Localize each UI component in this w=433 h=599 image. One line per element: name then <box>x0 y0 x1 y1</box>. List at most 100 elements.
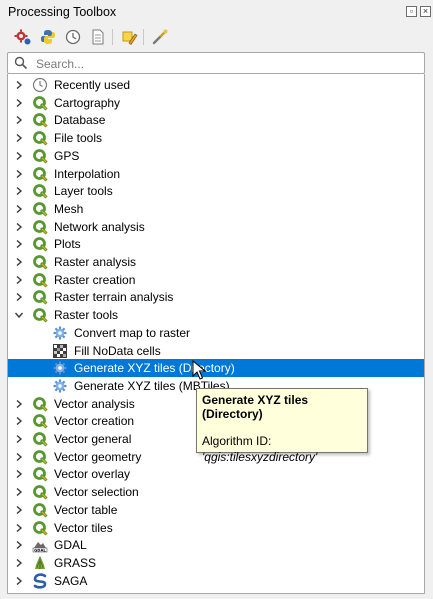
tree-group-database[interactable]: Database <box>8 111 424 129</box>
svg-text:GDAL: GDAL <box>34 547 46 552</box>
algorithm-tree[interactable]: Recently used Cartography Database File too… <box>7 74 425 594</box>
tree-group-raster-analysis[interactable]: Raster analysis <box>8 253 424 271</box>
tree-item-label: Vector overlay <box>54 467 131 482</box>
collapsed-arrow-icon[interactable] <box>14 416 24 426</box>
tree-algorithm-convert-map-to-raster[interactable]: Convert map to raster <box>8 324 424 342</box>
saga-icon <box>32 572 48 589</box>
qgis-icon <box>32 112 48 128</box>
collapsed-arrow-icon[interactable] <box>14 452 24 462</box>
tree-group-vector-tiles[interactable]: Vector tiles <box>8 519 424 537</box>
tree-group-vector-overlay[interactable]: Vector overlay <box>8 465 424 483</box>
tree-item-label: Vector creation <box>54 414 135 429</box>
tree-group-gdal[interactable]: GDAL GDAL <box>8 536 424 554</box>
qgis-icon <box>32 236 48 252</box>
float-panel-icon[interactable]: ▫ <box>406 6 417 17</box>
tree-group-raster-terrain-analysis[interactable]: Raster terrain analysis <box>8 288 424 306</box>
qgis-icon <box>32 396 48 412</box>
qgis-icon <box>32 183 48 199</box>
expanded-arrow-icon[interactable] <box>14 310 24 320</box>
results-icon[interactable] <box>87 26 109 48</box>
tree-item-label: Recently used <box>54 78 131 92</box>
tree-group-recently-used[interactable]: Recently used <box>8 76 424 94</box>
collapsed-arrow-icon[interactable] <box>14 204 24 214</box>
collapsed-arrow-icon[interactable] <box>14 540 24 550</box>
collapsed-arrow-icon[interactable] <box>14 469 24 479</box>
collapsed-arrow-icon[interactable] <box>14 399 24 409</box>
options-icon[interactable] <box>149 26 171 48</box>
collapsed-arrow-icon[interactable] <box>14 558 24 568</box>
tree-item-label: GDAL <box>54 538 87 553</box>
search-box[interactable] <box>7 52 425 74</box>
collapsed-arrow-icon[interactable] <box>14 169 24 179</box>
qgis-icon <box>32 289 48 305</box>
toolbar-separator <box>143 29 144 45</box>
tree-item-label: Raster analysis <box>54 255 137 269</box>
tree-group-file-tools[interactable]: File tools <box>8 129 424 147</box>
collapsed-arrow-icon[interactable] <box>14 257 24 267</box>
tree-item-label: GPS <box>54 148 80 163</box>
collapsed-arrow-icon[interactable] <box>14 576 24 586</box>
collapsed-arrow-icon[interactable] <box>14 151 24 161</box>
history-icon[interactable] <box>62 26 84 48</box>
tree-group-raster-creation[interactable]: Raster creation <box>8 271 424 289</box>
tree-group-grass[interactable]: GRASS <box>8 554 424 572</box>
tree-item-label: Database <box>54 113 106 128</box>
tree-item-label: Raster creation <box>54 272 136 287</box>
qgis-icon <box>32 219 48 235</box>
tree-item-label: Vector analysis <box>54 396 135 411</box>
collapsed-arrow-icon[interactable] <box>14 80 24 90</box>
collapsed-arrow-icon[interactable] <box>14 115 24 125</box>
tree-group-interpolation[interactable]: Interpolation <box>8 165 424 183</box>
collapsed-arrow-icon[interactable] <box>14 239 24 249</box>
qgis-icon <box>32 201 48 217</box>
tree-algorithm-fill-nodata-cells[interactable]: Fill NoData cells <box>8 342 424 360</box>
tree-item-label: Generate XYZ tiles (Directory) <box>74 361 235 376</box>
tree-group-layer-tools[interactable]: Layer tools <box>8 182 424 200</box>
tooltip-title: Generate XYZ tiles (Directory) <box>202 393 309 421</box>
tree-algorithm-generate-xyz-tiles-directory[interactable]: Generate XYZ tiles (Directory) <box>8 359 424 378</box>
collapsed-arrow-icon[interactable] <box>14 222 24 232</box>
qgis-icon <box>32 520 48 536</box>
collapsed-arrow-icon[interactable] <box>14 505 24 515</box>
qgis-icon <box>32 166 48 182</box>
tree-item-label: Plots <box>54 237 81 252</box>
toolbar-separator <box>112 29 113 45</box>
gear-icon <box>52 360 68 376</box>
collapsed-arrow-icon[interactable] <box>14 186 24 196</box>
tree-item-label: Vector tiles <box>54 520 113 535</box>
close-icon[interactable]: × <box>420 6 431 17</box>
collapsed-arrow-icon[interactable] <box>14 292 24 302</box>
collapsed-arrow-icon[interactable] <box>14 434 24 444</box>
search-input[interactable] <box>34 54 418 74</box>
tree-group-vector-selection[interactable]: Vector selection <box>8 483 424 501</box>
gdal-icon: GDAL <box>32 537 48 553</box>
qgis-icon <box>32 254 48 270</box>
panel-title-bar: Processing Toolbox ▫ × <box>0 0 433 24</box>
tree-item-label: Vector selection <box>54 485 139 500</box>
tree-group-raster-tools[interactable]: Raster tools <box>8 306 424 324</box>
tree-group-cartography[interactable]: Cartography <box>8 94 424 112</box>
tree-item-label: Vector table <box>54 502 118 517</box>
qgis-icon <box>32 130 48 146</box>
tree-group-gps[interactable]: GPS <box>8 147 424 165</box>
tree-group-mesh[interactable]: Mesh <box>8 200 424 218</box>
models-icon[interactable] <box>12 26 34 48</box>
collapsed-arrow-icon[interactable] <box>14 275 24 285</box>
edit-features-icon[interactable] <box>118 26 140 48</box>
python-icon[interactable] <box>37 26 59 48</box>
qgis-icon <box>32 484 48 500</box>
collapsed-arrow-icon[interactable] <box>14 487 24 497</box>
collapsed-arrow-icon[interactable] <box>14 523 24 533</box>
tree-item-label: Mesh <box>54 201 84 216</box>
raster-grid-icon <box>52 343 68 359</box>
collapsed-arrow-icon[interactable] <box>14 133 24 143</box>
tree-item-label: Fill NoData cells <box>74 343 161 358</box>
collapsed-arrow-icon[interactable] <box>14 98 24 108</box>
tree-item-label: Layer tools <box>54 184 113 199</box>
tree-group-saga[interactable]: SAGA <box>8 572 424 590</box>
tree-group-network-analysis[interactable]: Network analysis <box>8 218 424 236</box>
tree-group-vector-table[interactable]: Vector table <box>8 501 424 519</box>
tree-item-label: Raster terrain analysis <box>54 290 174 305</box>
tree-group-plots[interactable]: Plots <box>8 235 424 253</box>
qgis-icon <box>32 502 48 518</box>
